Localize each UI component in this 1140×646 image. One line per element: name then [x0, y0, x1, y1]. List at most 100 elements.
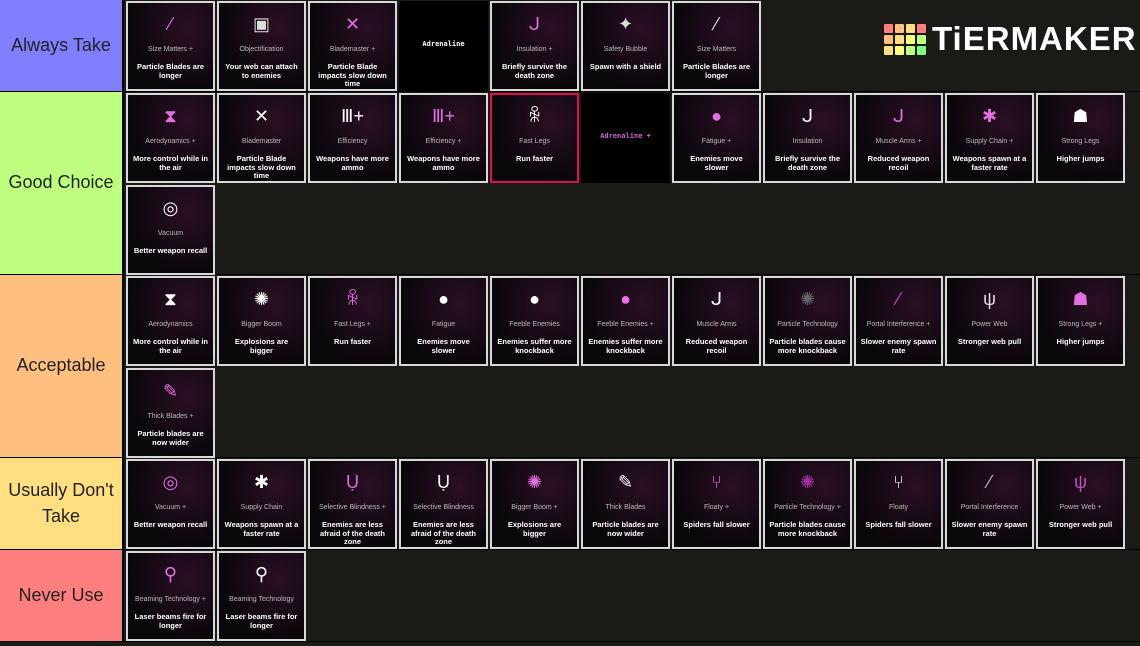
- card-title: Portal Interference: [960, 504, 1019, 511]
- tier-card[interactable]: ᒍ Muscle Arms Reduced weapon recoil: [672, 276, 761, 366]
- tier-card[interactable]: ⁄ Size Matters + Particle Blades are longe…: [126, 1, 215, 91]
- card-description: Briefly survive the death zone: [501, 62, 568, 80]
- card-description: Weapons spawn at a faster rate: [952, 154, 1027, 172]
- card-description: Spiders fall slower: [683, 520, 750, 529]
- tier-card[interactable]: ✎ Thick Blades + Particle blades are now w…: [126, 368, 215, 458]
- ammo-icon: Ⅲ+: [432, 106, 455, 126]
- tier-card[interactable]: ☗ Strong Legs Higher jumps: [1036, 93, 1125, 183]
- card-description: Stronger web pull: [957, 337, 1022, 346]
- tier-card[interactable]: ᒍ Insulation + Briefly survive the death z…: [490, 1, 579, 91]
- card-description: Briefly survive the death zone: [774, 154, 841, 172]
- tier-card[interactable]: ᒍ Muscle Arms + Reduced weapon recoil: [854, 93, 943, 183]
- card-description: Particle blades are now wider: [592, 520, 659, 538]
- tier-card[interactable]: ✕ Blademaster Particle Blade impacts slow …: [217, 93, 306, 183]
- card-title: Selective Blindness: [413, 504, 474, 511]
- logo-square: [906, 34, 915, 44]
- tier-card[interactable]: ✺ Particle Technology + Particle blades ca…: [763, 459, 852, 549]
- tier-card[interactable]: ψ Power Web + Stronger web pull: [1036, 459, 1125, 549]
- tier-card[interactable]: Ⅲ+ Efficiency + Weapons have more ammo: [399, 93, 488, 183]
- tier-card[interactable]: ⚲ Beaming Technology + Laser beams fire fo…: [126, 551, 215, 641]
- logo-square: [906, 23, 915, 33]
- tier-label[interactable]: Acceptable: [0, 275, 124, 457]
- tier-card[interactable]: ⁄ Portal Interference Slower enemy spawn r…: [945, 459, 1034, 549]
- card-description: Stronger web pull: [1048, 520, 1113, 529]
- tiermaker-logo[interactable]: TiERMAKER: [884, 20, 1137, 58]
- logo-square: [884, 23, 893, 33]
- floaty-icon: ⑂: [893, 472, 904, 492]
- tier-card[interactable]: ⁄ Size Matters Particle Blades are longer: [672, 1, 761, 91]
- tier-card[interactable]: ☗ Strong Legs + Higher jumps: [1036, 276, 1125, 366]
- tier-card[interactable]: ▣ Objectification Your web can attach to e…: [217, 1, 306, 91]
- tier-card[interactable]: Ⅲ+ Efficiency Weapons have more ammo: [308, 93, 397, 183]
- tier-card[interactable]: ● Fatigue Enemies move slower: [399, 276, 488, 366]
- tier-card[interactable]: ✺ Bigger Boom Explosions are bigger: [217, 276, 306, 366]
- card-title: Insulation +: [516, 46, 553, 53]
- card-title: Supply Chain +: [965, 138, 1014, 145]
- web-icon: ψ: [1074, 472, 1087, 492]
- card-description: Better weapon recall: [133, 520, 208, 529]
- logo-square: [906, 45, 915, 55]
- card-title: Selective Blindness +: [319, 504, 386, 511]
- logo-square: [884, 45, 893, 55]
- tier-list: Always Take ⁄ Size Matters + Particle Blade…: [0, 0, 1140, 642]
- tier-row: Acceptable ⧗ Aerodynamics More control whil…: [0, 275, 1140, 458]
- tier-card[interactable]: ✎ Thick Blades Particle blades are now wid…: [581, 459, 670, 549]
- card-title: Bigger Boom: [241, 321, 282, 328]
- card-description: Higher jumps: [1056, 154, 1105, 163]
- face-icon: ●: [529, 289, 540, 309]
- vacuum-icon: ◎: [162, 472, 179, 492]
- thick-blade-icon: ✎: [617, 472, 634, 492]
- blindness-icon: Ụ: [437, 472, 450, 492]
- cross-blades-icon: ✕: [253, 106, 270, 126]
- tier-card[interactable]: ◎ Vacuum + Better weapon recall: [126, 459, 215, 549]
- card-title: Beaming Technology: [229, 596, 294, 603]
- supply-icon: ✱: [253, 472, 270, 492]
- card-description: Your web can attach to enemies: [225, 62, 298, 80]
- tier-card[interactable]: ꆜ Fast Legs + Run faster: [308, 276, 397, 366]
- tier-card[interactable]: ⑂ Floaty + Spiders fall slower: [672, 459, 761, 549]
- insulation-icon: ᒍ: [801, 106, 814, 126]
- tier-card[interactable]: ● Feeble Enemies Enemies suffer more knock…: [490, 276, 579, 366]
- web-icon: ψ: [983, 289, 996, 309]
- card-description: Reduced weapon recoil: [867, 154, 930, 172]
- card-description: Spawn with a shield: [589, 62, 662, 71]
- tier-card[interactable]: ⧗ Aerodynamics + More control while in the…: [126, 93, 215, 183]
- tier-card[interactable]: ✦ Safety Bubble Spawn with a shield: [581, 1, 670, 91]
- snail-icon: ●: [438, 289, 449, 309]
- tier-card[interactable]: ψ Power Web Stronger web pull: [945, 276, 1034, 366]
- card-description: Weapons have more ammo: [316, 154, 389, 172]
- card-description: Particle blades cause more knockback: [769, 337, 846, 355]
- card-title: Power Web: [971, 321, 1008, 328]
- tier-label[interactable]: Good Choice: [0, 92, 124, 274]
- tier-card[interactable]: Adrenaline +: [581, 93, 670, 183]
- legs-icon: ꆜ: [345, 289, 360, 309]
- tier-card[interactable]: ✺ Particle Technology Particle blades caus…: [763, 276, 852, 366]
- snail-icon: ●: [711, 106, 722, 126]
- tier-card[interactable]: Ụ Selective Blindness + Enemies are less a…: [308, 459, 397, 549]
- tier-card[interactable]: ⁄ Portal Interference + Slower enemy spawn…: [854, 276, 943, 366]
- tier-card[interactable]: ● Feeble Enemies + Enemies suffer more kno…: [581, 276, 670, 366]
- tier-card[interactable]: Adrenaline: [399, 1, 488, 91]
- tier-row: Good Choice ⧗ Aerodynamics + More control w…: [0, 92, 1140, 275]
- card-description: More control while in the air: [132, 337, 208, 355]
- tier-card[interactable]: ✕ Blademaster + Particle Blade impacts slo…: [308, 1, 397, 91]
- tier-card[interactable]: ⑂ Floaty Spiders fall slower: [854, 459, 943, 549]
- tier-row: Usually Don't Take ◎ Vacuum + Better weapon…: [0, 458, 1140, 550]
- tier-card[interactable]: ⚲ Beaming Technology Laser beams fire for …: [217, 551, 306, 641]
- tier-label[interactable]: Usually Don't Take: [0, 458, 124, 549]
- ammo-icon: Ⅲ+: [341, 106, 364, 126]
- tier-card[interactable]: ✱ Supply Chain + Weapons spawn at a faster…: [945, 93, 1034, 183]
- tier-card[interactable]: ✱ Supply Chain Weapons spawn at a faster r…: [217, 459, 306, 549]
- card-description: Particle blades are now wider: [137, 429, 204, 447]
- tier-card[interactable]: ⧗ Aerodynamics More control while in the a…: [126, 276, 215, 366]
- card-description: Slower enemy spawn rate: [951, 520, 1028, 538]
- card-description: Run faster: [515, 154, 554, 163]
- tier-card[interactable]: ✺ Bigger Boom + Explosions are bigger: [490, 459, 579, 549]
- tier-card[interactable]: Ụ Selective Blindness Enemies are less afr…: [399, 459, 488, 549]
- tier-card[interactable]: ᒍ Insulation Briefly survive the death zon…: [763, 93, 852, 183]
- tier-card[interactable]: ● Fatigue + Enemies move slower: [672, 93, 761, 183]
- tier-label[interactable]: Always Take: [0, 0, 124, 91]
- tier-card[interactable]: ꆜ Fast Legs Run faster: [490, 93, 579, 183]
- tier-card[interactable]: ◎ Vacuum Better weapon recall: [126, 185, 215, 275]
- tier-label[interactable]: Never Use: [0, 550, 124, 641]
